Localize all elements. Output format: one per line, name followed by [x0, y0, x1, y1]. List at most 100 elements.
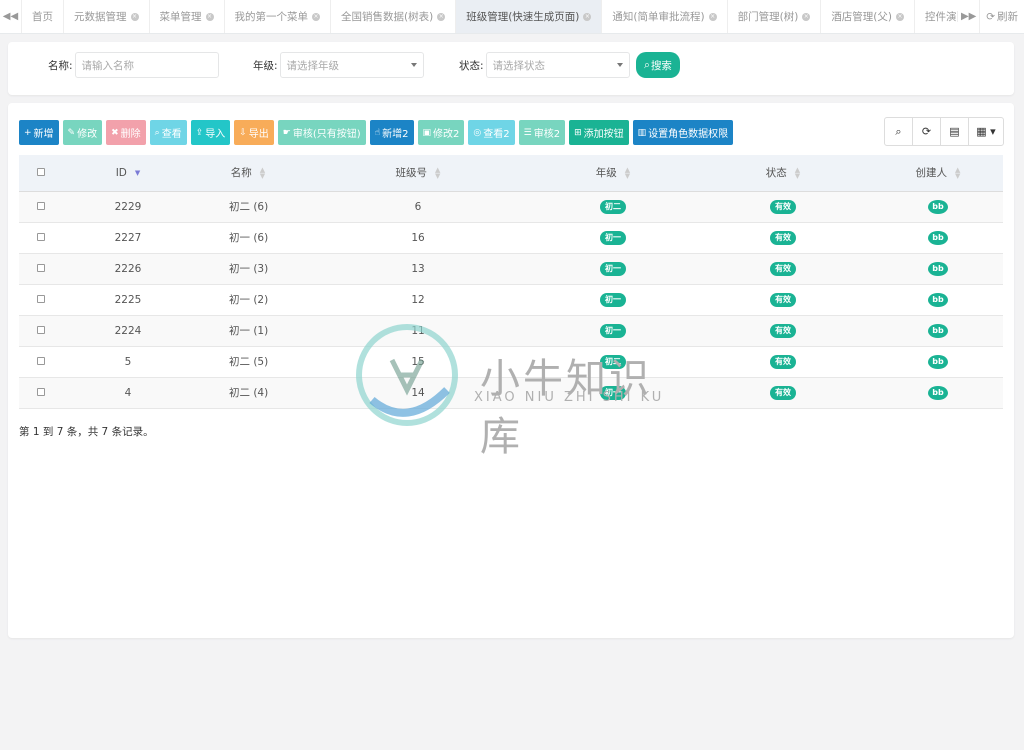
- column-header-class-no[interactable]: 班级号 ▲ ▼: [303, 155, 533, 192]
- toolbar-button-10[interactable]: ☰ 审核2: [518, 120, 566, 145]
- row-checkbox[interactable]: [37, 325, 45, 334]
- status-badge-cell: 有效: [693, 377, 873, 409]
- column-label: 年级: [595, 167, 617, 180]
- cell-id: 2226: [63, 253, 193, 285]
- tab-4[interactable]: 全国销售数据(树表) ×: [331, 0, 457, 33]
- row-checkbox[interactable]: [37, 201, 45, 210]
- toolbar-button-1[interactable]: ✎ 修改: [62, 120, 103, 145]
- status-badge: 有效: [770, 261, 796, 276]
- table-row[interactable]: 2226 初一 (3) 13 初一 有效 bb: [19, 253, 1003, 285]
- name-input[interactable]: 请输入名称: [74, 52, 219, 78]
- column-label: 状态: [765, 167, 787, 180]
- tab-1[interactable]: 元数据管理 ×: [64, 0, 150, 33]
- toolbar-button-icon: ☛: [282, 127, 291, 138]
- toolbar-button-8[interactable]: ▣ 修改2: [417, 120, 465, 145]
- status-filter: 状态: 请选择状态: [459, 52, 630, 78]
- table-row[interactable]: 2229 初二 (6) 6 初二 有效 bb: [19, 191, 1003, 223]
- close-icon[interactable]: ×: [437, 12, 446, 21]
- grade-select[interactable]: 请选择年级: [279, 52, 424, 78]
- table-tools: ⌕ ⟳ ▤ ▦ ▾: [884, 117, 1004, 146]
- toolbar-button-6[interactable]: ☛ 审核(只有按钮): [277, 120, 366, 145]
- toolbar-button-label: 删除: [120, 129, 141, 140]
- select-all-checkbox[interactable]: [37, 167, 45, 176]
- row-checkbox[interactable]: [37, 232, 45, 241]
- tab-6[interactable]: 通知(简单审批流程) ×: [602, 0, 728, 33]
- toolbar-button-0[interactable]: + 新增: [19, 120, 59, 145]
- row-checkbox[interactable]: [37, 387, 45, 396]
- toolbar-button-icon: ▣: [422, 127, 432, 138]
- table-row[interactable]: 4 初二 (4) 14 初一 有效 bb: [19, 377, 1003, 409]
- cell-select: [19, 222, 63, 254]
- toolbar-button-2[interactable]: ✖ 删除: [106, 120, 146, 145]
- cell-name: 初二 (5): [193, 346, 303, 378]
- toolbar-button-9[interactable]: ◎ 查看2: [468, 120, 515, 145]
- toolbar-button-3[interactable]: ⌕ 查看: [149, 120, 187, 145]
- toolbar-button-12[interactable]: ▥ 设置角色数据权限: [632, 120, 734, 145]
- table-row[interactable]: 2227 初一 (6) 16 初一 有效 bb: [19, 222, 1003, 254]
- toolbar-button-5[interactable]: ⇩ 导出: [234, 120, 274, 145]
- cell-select: [19, 191, 63, 223]
- refresh-button[interactable]: ⟳ 刷新: [979, 0, 1024, 33]
- columns-button[interactable]: ▦ ▾: [969, 118, 1003, 145]
- toggle-search-button[interactable]: ⌕: [885, 118, 913, 145]
- tab-0[interactable]: 首页: [22, 0, 64, 33]
- close-icon[interactable]: ×: [708, 12, 717, 21]
- select-all-header: [19, 155, 63, 192]
- creator-badge-cell: bb: [873, 253, 1003, 285]
- close-icon[interactable]: ×: [802, 12, 811, 21]
- toolbar-button-4[interactable]: ⇪ 导入: [190, 120, 231, 145]
- row-checkbox[interactable]: [37, 356, 45, 365]
- status-badge: 有效: [770, 323, 796, 338]
- row-checkbox[interactable]: [37, 263, 45, 272]
- grade-badge: 初一: [600, 230, 626, 245]
- tab-5[interactable]: 班级管理(快速生成页面) ×: [456, 0, 603, 33]
- toolbar-button-icon: +: [24, 127, 32, 138]
- sort-icon: ▲ ▼: [955, 166, 961, 181]
- search-button[interactable]: ⌕ 搜索: [636, 52, 680, 78]
- grade-badge: 初一: [600, 261, 626, 276]
- column-label: ID: [115, 166, 127, 179]
- status-select[interactable]: 请选择状态: [485, 52, 630, 78]
- grade-badge: 初一: [600, 385, 626, 400]
- search-icon: ⌕: [644, 58, 650, 71]
- close-icon[interactable]: ×: [205, 12, 214, 21]
- sort-icon: ▲ ▼: [435, 166, 441, 181]
- cell-id: 2227: [63, 222, 193, 254]
- sort-icon: ▲ ▼: [259, 166, 266, 181]
- refresh-table-button[interactable]: ⟳: [913, 118, 941, 145]
- tab-7[interactable]: 部门管理(树) ×: [728, 0, 822, 33]
- tab-9[interactable]: 控件演示×: [915, 0, 957, 33]
- table-body: 2229 初二 (6) 6 初二 有效 bb 2227 初一 (6) 16 初一 有效 bb 2226 初…: [19, 191, 1003, 409]
- column-header-grade[interactable]: 年级 ▲ ▼: [533, 155, 693, 192]
- toggle-view-button[interactable]: ▤: [941, 118, 969, 145]
- column-header-name[interactable]: 名称 ▲ ▼: [193, 155, 303, 192]
- toolbar-button-label: 审核2: [533, 129, 561, 140]
- close-icon[interactable]: ×: [896, 12, 905, 21]
- close-icon[interactable]: ×: [312, 12, 320, 21]
- toolbar-button-icon: ◎: [473, 127, 482, 138]
- column-header-id[interactable]: ID ▼: [63, 155, 193, 192]
- table-row[interactable]: 2224 初一 (1) 11 初一 有效 bb: [19, 315, 1003, 347]
- toolbar-button-icon: ✖: [111, 127, 119, 138]
- creator-badge-cell: bb: [873, 346, 1003, 378]
- table-row[interactable]: 2225 初一 (2) 12 初一 有效 bb: [19, 284, 1003, 316]
- column-header-creator[interactable]: 创建人 ▲ ▼: [873, 155, 1003, 192]
- toolbar-button-icon: ⇪: [195, 127, 204, 138]
- toolbar-button-7[interactable]: ☝ 新增2: [369, 120, 414, 145]
- toolbar-button-11[interactable]: ⊞ 添加按钮: [569, 120, 629, 145]
- row-checkbox[interactable]: [37, 294, 45, 303]
- pagination-info: 第 1 到 7 条，共 7 条记录。: [19, 426, 154, 438]
- tab-label: 酒店管理(父): [831, 11, 893, 23]
- search-panel: 名称: 请输入名称 年级: 请选择年级 状态: 请选择状态 ⌕ 搜索: [8, 42, 1014, 95]
- tab-label: 通知(简单审批流程): [612, 11, 705, 23]
- close-icon[interactable]: ×: [583, 12, 592, 21]
- tab-scroll-right-icon[interactable]: ▶▶: [957, 11, 979, 22]
- table-row[interactable]: 5 初二 (5) 15 初二 有效 bb: [19, 346, 1003, 378]
- toolbar-button-icon: ▥: [637, 127, 647, 138]
- tab-3[interactable]: 我的第一个菜单 ×: [225, 0, 331, 33]
- tab-8[interactable]: 酒店管理(父) ×: [821, 0, 916, 33]
- tab-scroll-left-icon[interactable]: ◀◀: [0, 0, 22, 33]
- tab-2[interactable]: 菜单管理 ×: [150, 0, 225, 33]
- close-icon[interactable]: ×: [130, 12, 139, 21]
- column-header-status[interactable]: 状态 ▲ ▼: [693, 155, 873, 192]
